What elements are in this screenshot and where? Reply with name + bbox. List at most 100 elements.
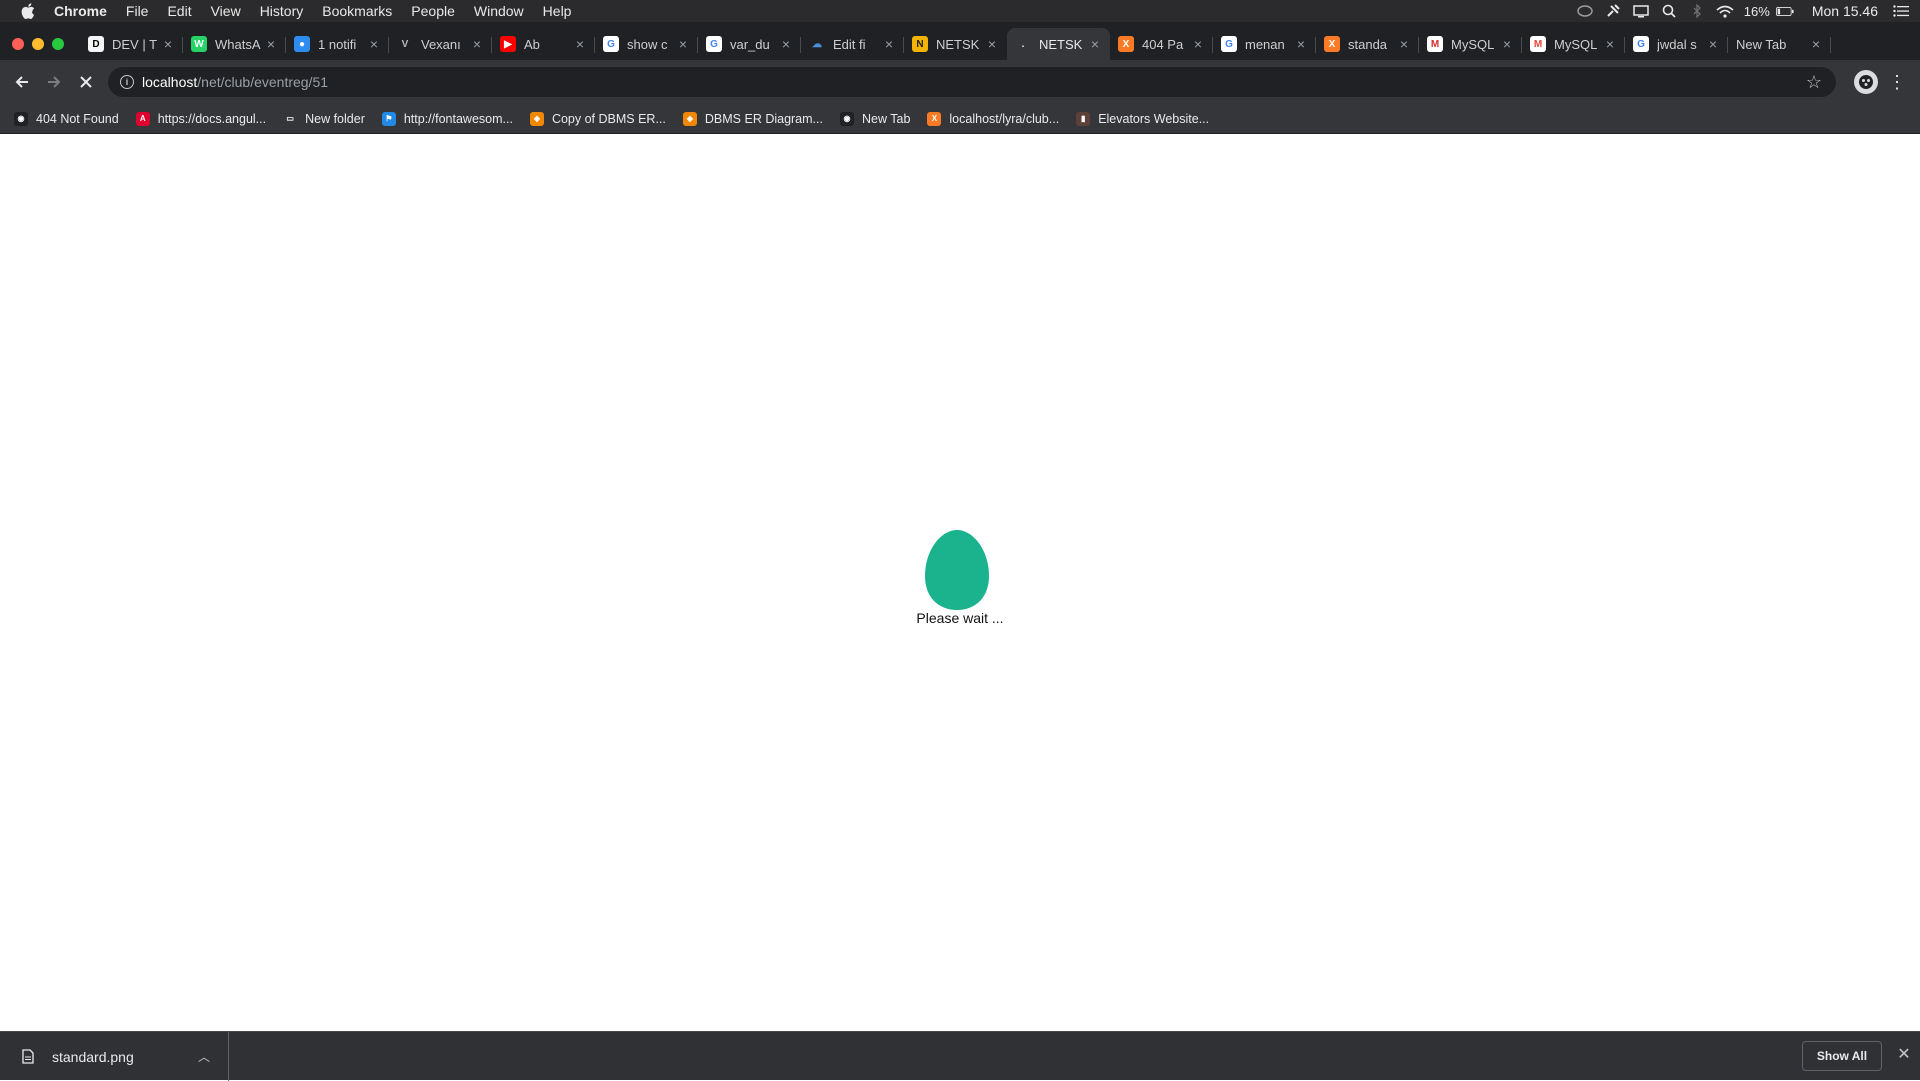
- tab[interactable]: M MySQL ×: [1522, 28, 1625, 60]
- tab-title: standa: [1348, 36, 1388, 52]
- menu-history[interactable]: History: [260, 3, 304, 19]
- tab[interactable]: D DEV | T ×: [80, 28, 183, 60]
- menu-help[interactable]: Help: [543, 3, 572, 19]
- tab[interactable]: New Tab ×: [1728, 28, 1831, 60]
- bookmark-label: http://fontawesom...: [403, 111, 513, 126]
- tab-title: var_du: [730, 36, 770, 52]
- battery-icon[interactable]: [1775, 4, 1794, 18]
- zoom-window-button[interactable]: [52, 38, 64, 50]
- tab-title: show c: [627, 36, 668, 52]
- profile-avatar[interactable]: [1854, 70, 1878, 94]
- bookmark-item[interactable]: ◈ Copy of DBMS ER...: [529, 111, 666, 126]
- bluetooth-icon[interactable]: [1688, 4, 1706, 18]
- close-tab-icon[interactable]: ×: [1397, 36, 1411, 52]
- tab[interactable]: N NETSK ×: [904, 28, 1007, 60]
- close-tab-icon[interactable]: ×: [882, 36, 896, 52]
- show-all-downloads-button[interactable]: Show All: [1802, 1041, 1882, 1071]
- tab[interactable]: W WhatsA ×: [183, 28, 286, 60]
- address-bar[interactable]: i localhost/net/club/eventreg/51 ☆: [108, 67, 1836, 97]
- tab-title: menan: [1245, 36, 1285, 52]
- bookmark-item[interactable]: ◈ DBMS ER Diagram...: [682, 111, 823, 126]
- close-tab-icon[interactable]: ×: [470, 36, 484, 52]
- tab[interactable]: . NETSK ×: [1007, 28, 1110, 60]
- close-tab-icon[interactable]: ×: [1088, 36, 1102, 52]
- bookmark-item[interactable]: ▭ New folder: [283, 111, 365, 126]
- stop-loading-button[interactable]: [72, 68, 100, 96]
- google-icon: G: [1633, 36, 1649, 52]
- notification-center-icon[interactable]: [1892, 4, 1910, 18]
- close-tab-icon[interactable]: ×: [779, 36, 793, 52]
- tab-title: DEV | T: [112, 36, 158, 52]
- chrome-menu-button[interactable]: ⋮: [1888, 70, 1906, 94]
- tab-title: Edit fi: [833, 36, 866, 52]
- close-tab-icon[interactable]: ×: [264, 36, 278, 52]
- menu-people[interactable]: People: [411, 3, 455, 19]
- menubar-clock[interactable]: Mon 15.46: [1812, 3, 1878, 19]
- fontawesome-icon: ⚑: [381, 111, 396, 126]
- youtube-icon: ▶: [500, 36, 516, 52]
- tab[interactable]: X 404 Pa ×: [1110, 28, 1213, 60]
- close-tab-icon[interactable]: ×: [1809, 36, 1823, 52]
- close-tab-icon[interactable]: ×: [1500, 36, 1514, 52]
- pin-icon[interactable]: [1604, 4, 1622, 18]
- tab[interactable]: Gshow c ×: [595, 28, 698, 60]
- bookmark-item[interactable]: ▮ Elevators Website...: [1076, 111, 1209, 126]
- bookmark-item[interactable]: ◉ 404 Not Found: [14, 111, 119, 126]
- tab[interactable]: ▶ Ab ×: [492, 28, 595, 60]
- cloud-icon: ☁: [809, 36, 825, 52]
- tab-title: 404 Pa: [1142, 36, 1184, 52]
- chat-icon: ●: [294, 36, 310, 52]
- bookmark-item[interactable]: Ahttps://docs.angul...: [135, 111, 266, 126]
- menu-view[interactable]: View: [211, 3, 241, 19]
- site-info-icon[interactable]: i: [120, 75, 134, 89]
- spotlight-search-icon[interactable]: [1660, 4, 1678, 18]
- tab[interactable]: ☁ Edit fi ×: [801, 28, 904, 60]
- close-tab-icon[interactable]: ×: [1603, 36, 1617, 52]
- menu-app-name[interactable]: Chrome: [54, 3, 107, 19]
- tab[interactable]: V Vexanı ×: [389, 28, 492, 60]
- bookmark-label: New Tab: [861, 111, 911, 126]
- close-tab-icon[interactable]: ×: [367, 36, 381, 52]
- display-icon[interactable]: [1632, 4, 1650, 18]
- battery-percentage: 16%: [1743, 3, 1770, 19]
- close-tab-icon[interactable]: ×: [573, 36, 587, 52]
- minimize-window-button[interactable]: [32, 38, 44, 50]
- apple-icon[interactable]: [20, 3, 36, 19]
- back-button[interactable]: [8, 68, 36, 96]
- forward-button[interactable]: [40, 68, 68, 96]
- bookmark-star-icon[interactable]: ☆: [1806, 72, 1822, 93]
- tab[interactable]: M MySQL ×: [1419, 28, 1522, 60]
- download-item[interactable]: standard.png ︿: [0, 1032, 229, 1081]
- tab[interactable]: Gjwdal s ×: [1625, 28, 1728, 60]
- bookmark-item[interactable]: Xlocalhost/lyra/club...: [927, 111, 1059, 126]
- bookmark-item[interactable]: ◉ New Tab: [839, 111, 911, 126]
- bookmark-item[interactable]: ⚑ http://fontawesom...: [381, 111, 513, 126]
- close-tab-icon[interactable]: ×: [161, 36, 175, 52]
- menu-bookmarks[interactable]: Bookmarks: [322, 3, 392, 19]
- menu-edit[interactable]: Edit: [167, 3, 191, 19]
- menu-window[interactable]: Window: [474, 3, 524, 19]
- bookmark-label: Copy of DBMS ER...: [551, 111, 666, 126]
- xampp-icon: X: [1324, 36, 1340, 52]
- creative-cloud-icon[interactable]: [1576, 4, 1594, 18]
- close-icon[interactable]: ✕: [1894, 1045, 1914, 1065]
- close-tab-icon[interactable]: ×: [1294, 36, 1308, 52]
- wifi-icon[interactable]: [1716, 4, 1734, 18]
- mysql-icon: M: [1427, 36, 1443, 52]
- tab[interactable]: ● 1 notifi ×: [286, 28, 389, 60]
- close-window-button[interactable]: [12, 38, 24, 50]
- tab[interactable]: Xstanda ×: [1316, 28, 1419, 60]
- chevron-up-icon[interactable]: ︿: [198, 1048, 210, 1065]
- extension-icon: [1859, 75, 1873, 89]
- menu-file[interactable]: File: [126, 3, 149, 19]
- xampp-icon: X: [1118, 36, 1134, 52]
- tab[interactable]: Gvar_du ×: [698, 28, 801, 60]
- close-tab-icon[interactable]: ×: [985, 36, 999, 52]
- tab[interactable]: Gmenan ×: [1213, 28, 1316, 60]
- bookmark-label: DBMS ER Diagram...: [704, 111, 823, 126]
- close-tab-icon[interactable]: ×: [676, 36, 690, 52]
- window-controls: [12, 38, 64, 50]
- close-tab-icon[interactable]: ×: [1191, 36, 1205, 52]
- folder-icon: ▭: [283, 111, 298, 126]
- close-tab-icon[interactable]: ×: [1706, 36, 1720, 52]
